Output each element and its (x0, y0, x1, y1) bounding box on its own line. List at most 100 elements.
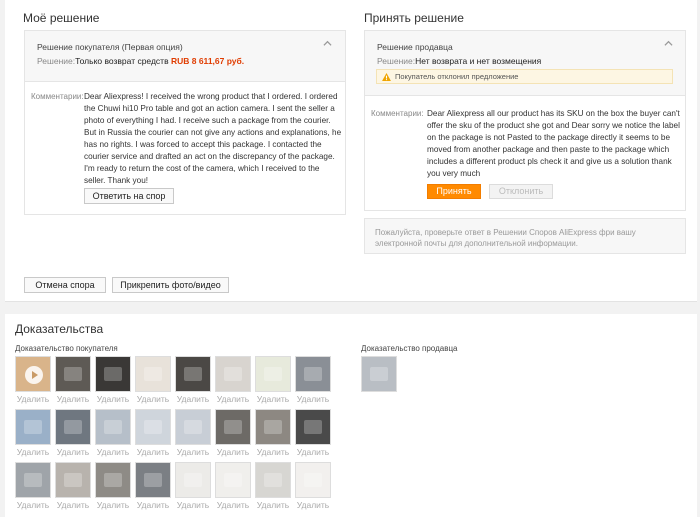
photo-detail (304, 420, 322, 434)
delete-evidence-link[interactable]: Удалить (295, 394, 331, 404)
rejection-warning: Покупатель отклонил предложение (376, 69, 673, 84)
buyer-evidence-thumbnail[interactable] (55, 462, 91, 498)
photo-detail (144, 367, 162, 381)
seller-evidence-label: Доказательство продавца (361, 344, 458, 353)
delete-evidence-link[interactable]: Удалить (15, 394, 51, 404)
decision-label: Решение: (377, 56, 416, 66)
buyer-evidence-thumbnail[interactable] (95, 462, 131, 498)
buyer-evidence-thumbnail[interactable] (295, 462, 331, 498)
decision-value: Только возврат средств (75, 56, 169, 66)
comment-line: Dear Aliexpress all our product has its … (427, 109, 680, 118)
buyer-evidence-label: Доказательство покупателя (15, 344, 118, 353)
delete-evidence-link[interactable]: Удалить (135, 500, 171, 510)
comment-line: seller. Thank you! (84, 176, 149, 185)
buyer-evidence-thumbnail[interactable] (95, 409, 131, 445)
delete-evidence-link[interactable]: Удалить (95, 500, 131, 510)
photo-detail (224, 367, 242, 381)
delete-evidence-link[interactable]: Удалить (215, 394, 251, 404)
delete-evidence-link[interactable]: Удалить (255, 394, 291, 404)
photo-detail (64, 367, 82, 381)
buyer-evidence-thumbnail[interactable] (135, 409, 171, 445)
photo-detail (264, 473, 282, 487)
buyer-evidence-thumbnail[interactable] (295, 409, 331, 445)
delete-evidence-link[interactable]: Удалить (55, 394, 91, 404)
delete-evidence-link[interactable]: Удалить (135, 394, 171, 404)
photo-detail (184, 367, 202, 381)
attach-media-button[interactable]: Прикрепить фото/видео (112, 277, 229, 293)
cancel-dispute-button[interactable]: Отмена спора (24, 277, 106, 293)
comment-label: Комментарии: (31, 92, 84, 101)
buyer-evidence-thumbnail[interactable] (55, 409, 91, 445)
comment-label: Комментарии: (371, 109, 424, 118)
delete-evidence-link[interactable]: Удалить (255, 500, 291, 510)
comment-line: the Chuwi hi10 Pro table and got an acti… (84, 104, 335, 113)
delete-evidence-link[interactable]: Удалить (15, 500, 51, 510)
chevron-up-icon[interactable] (323, 39, 332, 48)
buyer-comment-text: Dear Aliexpress! I received the wrong pr… (84, 91, 344, 187)
buyer-evidence-thumbnail[interactable] (15, 462, 51, 498)
buyer-evidence-thumbnail[interactable] (55, 356, 91, 392)
buyer-evidence-thumbnail[interactable] (175, 462, 211, 498)
buyer-evidence-thumbnail[interactable] (255, 356, 291, 392)
refund-amount: RUB 8 611,67 руб. (170, 56, 245, 66)
photo-detail (24, 473, 42, 487)
buyer-decision-row: Решение:Только возврат средств RUB 8 611… (37, 56, 244, 66)
chevron-up-icon[interactable] (664, 39, 673, 48)
delete-evidence-link[interactable]: Удалить (255, 447, 291, 457)
decision-label: Решение: (37, 56, 76, 66)
delete-evidence-link[interactable]: Удалить (95, 447, 131, 457)
dispute-decision-section: Моё решение Решение покупателя (Первая о… (5, 0, 697, 302)
buyer-decision-panel: Решение покупателя (Первая опция) Решени… (24, 30, 346, 215)
delete-evidence-link[interactable]: Удалить (295, 500, 331, 510)
buyer-evidence-thumbnail[interactable] (215, 356, 251, 392)
buyer-evidence-thumbnail[interactable] (215, 409, 251, 445)
photo-detail (184, 420, 202, 434)
delete-evidence-link[interactable]: Удалить (95, 394, 131, 404)
photo-detail (24, 420, 42, 434)
comment-line: includes a different product pls check i… (427, 157, 672, 166)
seller-comment-text: Dear Aliexpress all our product has its … (427, 108, 684, 180)
delete-evidence-link[interactable]: Удалить (175, 500, 211, 510)
accept-button[interactable]: Принять (427, 184, 481, 199)
photo-detail (304, 473, 322, 487)
reply-dispute-button[interactable]: Ответить на спор (84, 188, 174, 204)
buyer-evidence-thumbnail[interactable] (175, 356, 211, 392)
photo-detail (224, 420, 242, 434)
comment-line: I'm ready to return the cost of the came… (84, 164, 320, 173)
email-notice: Пожалуйста, проверьте ответ в Решении Сп… (364, 218, 686, 254)
delete-evidence-link[interactable]: Удалить (295, 447, 331, 457)
buyer-evidence-thumbnail[interactable] (15, 409, 51, 445)
comment-line: But in Russia the courier can not give a… (84, 128, 342, 137)
buyer-evidence-thumbnail[interactable] (215, 462, 251, 498)
photo-detail (370, 367, 388, 381)
buyer-evidence-thumbnail[interactable] (295, 356, 331, 392)
buyer-evidence-thumbnail[interactable] (255, 409, 291, 445)
buyer-evidence-thumbnail[interactable] (15, 356, 51, 392)
delete-evidence-link[interactable]: Удалить (55, 447, 91, 457)
reject-button[interactable]: Отклонить (489, 184, 553, 199)
photo-detail (144, 420, 162, 434)
buyer-evidence-thumbnail[interactable] (175, 409, 211, 445)
delete-evidence-link[interactable]: Удалить (215, 500, 251, 510)
delete-evidence-link[interactable]: Удалить (215, 447, 251, 457)
delete-evidence-link[interactable]: Удалить (15, 447, 51, 457)
seller-evidence-thumbnail[interactable] (361, 356, 397, 392)
seller-decision-row: Решение:Нет возврата и нет возмещения (377, 56, 541, 66)
buyer-evidence-thumbnail[interactable] (135, 462, 171, 498)
delete-evidence-link[interactable]: Удалить (135, 447, 171, 457)
comment-line: courier service and drafted an act on th… (84, 152, 335, 161)
photo-detail (104, 420, 122, 434)
photo-detail (184, 473, 202, 487)
seller-comment-box: Комментарии: Dear Aliexpress all our pro… (364, 95, 686, 211)
photo-detail (104, 473, 122, 487)
delete-evidence-link[interactable]: Удалить (175, 394, 211, 404)
delete-evidence-link[interactable]: Удалить (175, 447, 211, 457)
my-decision-title: Моё решение (23, 11, 100, 25)
delete-evidence-link[interactable]: Удалить (55, 500, 91, 510)
photo-detail (64, 420, 82, 434)
buyer-evidence-thumbnail[interactable] (255, 462, 291, 498)
warning-icon (382, 73, 391, 81)
buyer-evidence-thumbnail[interactable] (95, 356, 131, 392)
buyer-evidence-thumbnail[interactable] (135, 356, 171, 392)
buyer-comment-box: Комментарии: Dear Aliexpress! I received… (24, 81, 346, 215)
